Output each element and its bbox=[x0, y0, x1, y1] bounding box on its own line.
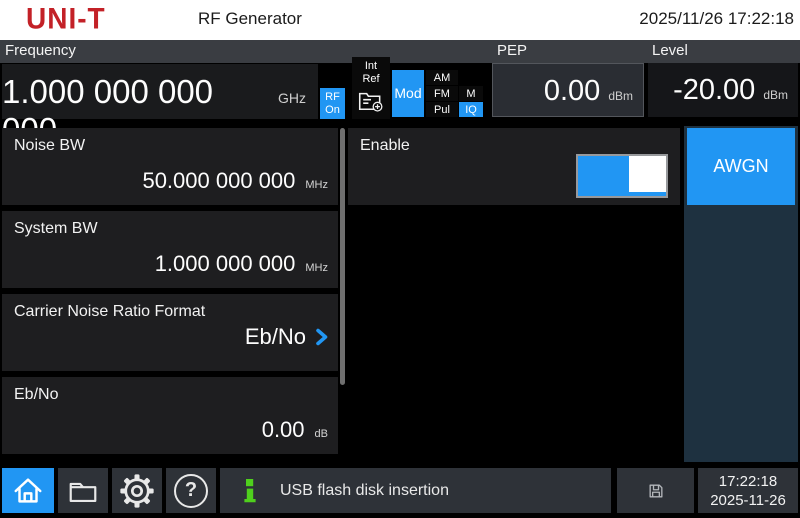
settings-button[interactable] bbox=[112, 468, 162, 513]
menu-item-unit: dB bbox=[315, 428, 328, 440]
enable-card: Enable bbox=[348, 128, 680, 205]
header-datetime: 2025/11/26 17:22:18 bbox=[639, 9, 794, 29]
rf-badge-line2: On bbox=[325, 104, 340, 117]
menu-item-value: 0.00 bbox=[262, 417, 305, 443]
menu-scrollbar[interactable] bbox=[340, 128, 345, 385]
rf-badge-line1: RF bbox=[325, 91, 340, 104]
mod-badge-label: Mod bbox=[394, 87, 421, 100]
ref-line1: Int bbox=[365, 60, 377, 73]
menu-item-label: Carrier Noise Ratio Format bbox=[14, 303, 205, 321]
menu-item-unit: MHz bbox=[305, 262, 328, 274]
menu-item-value: 50.000 000 000 bbox=[142, 168, 295, 194]
menu-item-unit: MHz bbox=[305, 179, 328, 191]
status-message: USB flash disk insertion bbox=[280, 482, 449, 500]
tab-awgn[interactable]: AWGN bbox=[687, 128, 795, 205]
help-icon: ? bbox=[174, 474, 208, 508]
toggle-knob bbox=[629, 156, 666, 192]
menu-item-ebno[interactable]: Eb/No 0.00 dB bbox=[2, 377, 338, 454]
file-button[interactable] bbox=[58, 468, 108, 513]
m-flag: M bbox=[459, 86, 483, 101]
help-button[interactable]: ? bbox=[166, 468, 216, 513]
rf-generator-screen: UNI-T RF Generator 2025/11/26 17:22:18 F… bbox=[0, 0, 800, 518]
statusbar-clock: 17:22:18 2025-11-26 bbox=[698, 468, 798, 513]
help-glyph: ? bbox=[185, 479, 197, 502]
enable-label: Enable bbox=[360, 137, 410, 155]
pep-unit: dBm bbox=[608, 89, 633, 103]
page-title: RF Generator bbox=[198, 9, 302, 29]
menu-item-label: System BW bbox=[14, 220, 98, 238]
level-readout[interactable]: -20.00 dBm bbox=[648, 63, 798, 117]
home-button[interactable] bbox=[2, 468, 54, 513]
ref-line2: Ref bbox=[362, 73, 379, 86]
level-value: -20.00 bbox=[673, 74, 755, 107]
menu-item-label: Eb/No bbox=[14, 386, 58, 404]
menu-item-noise-bw[interactable]: Noise BW 50.000 000 000 MHz bbox=[2, 128, 338, 205]
folder-icon bbox=[66, 474, 100, 508]
frequency-readout[interactable]: 1.000 000 000 000 GHz bbox=[2, 64, 318, 119]
statusbar-date: 2025-11-26 bbox=[710, 491, 786, 510]
mod-badge[interactable]: Mod bbox=[392, 70, 424, 117]
menu-item-system-bw[interactable]: System BW 1.000 000 000 MHz bbox=[2, 211, 338, 288]
pul-flag: Pul bbox=[426, 102, 458, 117]
home-icon bbox=[11, 474, 45, 508]
top-bar: UNI-T RF Generator 2025/11/26 17:22:18 bbox=[0, 0, 800, 40]
statusbar-time: 17:22:18 bbox=[719, 472, 777, 491]
chevron-right-icon bbox=[315, 328, 328, 346]
status-message-bar[interactable]: USB flash disk insertion bbox=[220, 468, 611, 513]
fm-flag: FM bbox=[426, 86, 458, 101]
floppy-icon bbox=[646, 481, 666, 501]
int-ref-indicator[interactable]: Int Ref bbox=[352, 57, 390, 119]
menu-item-label: Noise BW bbox=[14, 137, 85, 155]
pep-readout[interactable]: 0.00 dBm bbox=[492, 63, 644, 117]
menu-item-value: 1.000 000 000 bbox=[155, 251, 296, 277]
enable-toggle[interactable] bbox=[576, 154, 668, 198]
folder-plus-icon bbox=[358, 89, 384, 113]
iq-flag: IQ bbox=[459, 102, 483, 117]
frequency-unit: GHz bbox=[278, 90, 306, 106]
level-unit: dBm bbox=[763, 88, 788, 102]
frequency-label: Frequency bbox=[5, 42, 76, 59]
save-status-button[interactable] bbox=[617, 468, 694, 513]
gear-icon bbox=[119, 473, 155, 509]
rf-on-badge[interactable]: RF On bbox=[320, 88, 345, 119]
pep-value: 0.00 bbox=[544, 75, 600, 108]
am-flag: AM bbox=[426, 70, 458, 85]
pep-label: PEP bbox=[497, 42, 527, 59]
level-label: Level bbox=[652, 42, 688, 59]
info-icon bbox=[242, 477, 258, 505]
menu-item-value: Eb/No bbox=[245, 324, 306, 350]
menu-item-cnr-format[interactable]: Carrier Noise Ratio Format Eb/No bbox=[2, 294, 338, 371]
uni-t-logo: UNI-T bbox=[26, 2, 106, 36]
